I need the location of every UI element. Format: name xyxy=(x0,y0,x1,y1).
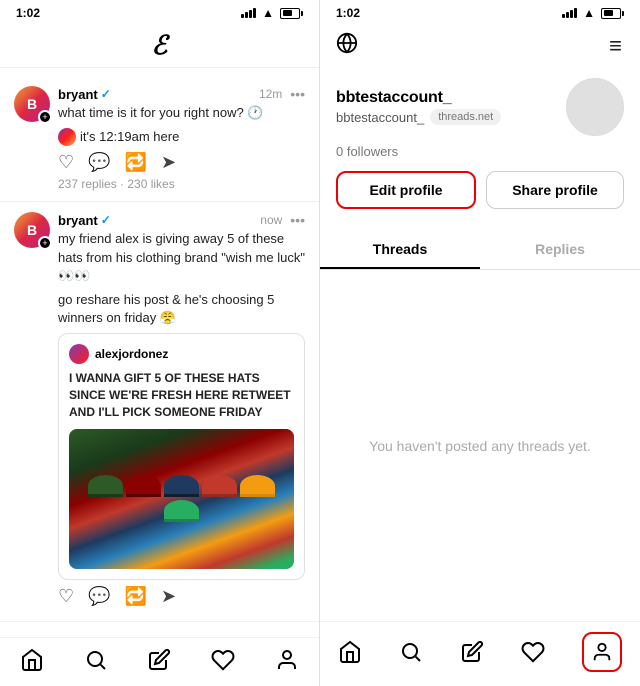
feed-content[interactable]: B + bryant ✓ 12m ••• what time i xyxy=(0,68,319,637)
profile-tabs: Threads Replies xyxy=(320,231,640,270)
share-profile-button[interactable]: Share profile xyxy=(486,171,624,209)
avatar-wrap-1: B + xyxy=(14,86,50,122)
profile-buttons: Edit profile Share profile xyxy=(336,171,624,209)
post-username-1[interactable]: bryant ✓ xyxy=(58,87,111,102)
share-icon-1[interactable]: ➤ xyxy=(161,152,176,173)
nav-compose-right[interactable] xyxy=(460,640,484,664)
nav-home-left[interactable] xyxy=(20,648,44,672)
avatar-plus-1[interactable]: + xyxy=(38,110,52,124)
verified-icon-2: ✓ xyxy=(101,213,111,227)
post-more-2[interactable]: ••• xyxy=(290,212,305,228)
profile-handle: bbtestaccount_ xyxy=(336,110,424,125)
comment-icon-2[interactable]: 💬 xyxy=(88,586,110,607)
post-more-1[interactable]: ••• xyxy=(290,86,305,102)
repost-icon-1[interactable]: 🔁 xyxy=(125,152,147,173)
tab-replies[interactable]: Replies xyxy=(480,231,640,269)
edit-profile-button[interactable]: Edit profile xyxy=(336,171,476,209)
avatar-wrap-2: B + xyxy=(14,212,50,248)
status-bar-right: 1:02 ▲ xyxy=(320,0,640,24)
like-icon-1[interactable]: ♡ xyxy=(58,152,74,173)
reply-avatar-1 xyxy=(58,128,76,146)
nav-heart-left[interactable] xyxy=(211,648,235,672)
profile-username: bbtestaccount_ xyxy=(336,89,566,107)
post-time-2: now xyxy=(260,213,282,227)
threads-logo: ℰ xyxy=(152,30,168,61)
menu-icon[interactable]: ≡ xyxy=(609,33,624,59)
empty-state: You haven't posted any threads yet. xyxy=(320,270,640,621)
share-icon-2[interactable]: ➤ xyxy=(161,586,176,607)
nav-search-left[interactable] xyxy=(84,648,108,672)
battery-icon-right xyxy=(601,8,624,19)
post-username-2[interactable]: bryant ✓ xyxy=(58,213,111,228)
tab-threads[interactable]: Threads xyxy=(320,231,480,269)
profile-avatar xyxy=(566,78,624,136)
left-time: 1:02 xyxy=(16,6,40,20)
threads-badge: threads.net xyxy=(430,109,501,125)
reply-bubble-1: it's 12:19am here xyxy=(58,128,305,146)
post-text-2b: go reshare his post & he's choosing 5 wi… xyxy=(58,291,305,327)
wifi-icon: ▲ xyxy=(262,6,274,20)
inner-repost[interactable]: alexjordonez I WANNA GIFT 5 OF THESE HAT… xyxy=(58,333,305,579)
bottom-nav-right xyxy=(320,621,640,686)
post-stats-1: 237 replies · 230 likes xyxy=(58,177,305,191)
signal-icon xyxy=(241,8,256,18)
status-bar-left: 1:02 ▲ xyxy=(0,0,319,24)
post-1: B + bryant ✓ 12m ••• what time i xyxy=(0,76,319,202)
right-top-bar: ≡ xyxy=(320,24,640,68)
hat-image xyxy=(69,429,294,569)
post-time-1: 12m xyxy=(259,87,282,101)
nav-home-right[interactable] xyxy=(338,640,362,664)
like-icon-2[interactable]: ♡ xyxy=(58,586,74,607)
verified-icon-1: ✓ xyxy=(101,87,111,101)
wifi-icon-right: ▲ xyxy=(583,6,595,20)
signal-icon-right xyxy=(562,8,577,18)
nav-heart-right[interactable] xyxy=(521,640,545,664)
followers-count: 0 followers xyxy=(336,144,624,159)
avatar-plus-2[interactable]: + xyxy=(38,236,52,250)
left-top-bar: ℰ xyxy=(0,24,319,68)
inner-avatar xyxy=(69,344,89,364)
profile-section: bbtestaccount_ bbtestaccount_ threads.ne… xyxy=(320,68,640,219)
post-actions-1: ♡ 💬 🔁 ➤ xyxy=(58,152,305,173)
post-2: B + bryant ✓ now ••• my friend a xyxy=(0,202,319,621)
right-panel: 1:02 ▲ ≡ bbtestaccount_ bbtestaccount_ xyxy=(320,0,640,686)
reply-text-1: it's 12:19am here xyxy=(80,128,179,146)
nav-profile-left[interactable] xyxy=(275,648,299,672)
comment-icon-1[interactable]: 💬 xyxy=(88,152,110,173)
nav-compose-left[interactable] xyxy=(147,648,171,672)
left-panel: 1:02 ▲ ℰ B + xyxy=(0,0,320,686)
bottom-nav-left xyxy=(0,637,319,686)
post-actions-2: ♡ 💬 🔁 ➤ xyxy=(58,586,305,607)
inner-text: I WANNA GIFT 5 OF THESE HATS SINCE WE'RE… xyxy=(69,370,294,420)
battery-icon xyxy=(280,8,303,19)
repost-icon-2[interactable]: 🔁 xyxy=(125,586,147,607)
globe-icon[interactable] xyxy=(336,32,358,60)
nav-search-right[interactable] xyxy=(399,640,423,664)
inner-username: alexjordonez xyxy=(95,347,168,361)
post-text-2a: my friend alex is giving away 5 of these… xyxy=(58,230,305,285)
post-question-1: what time is it for you right now? 🕐 xyxy=(58,104,305,122)
nav-profile-right-active[interactable] xyxy=(582,632,622,672)
right-time: 1:02 xyxy=(336,6,360,20)
